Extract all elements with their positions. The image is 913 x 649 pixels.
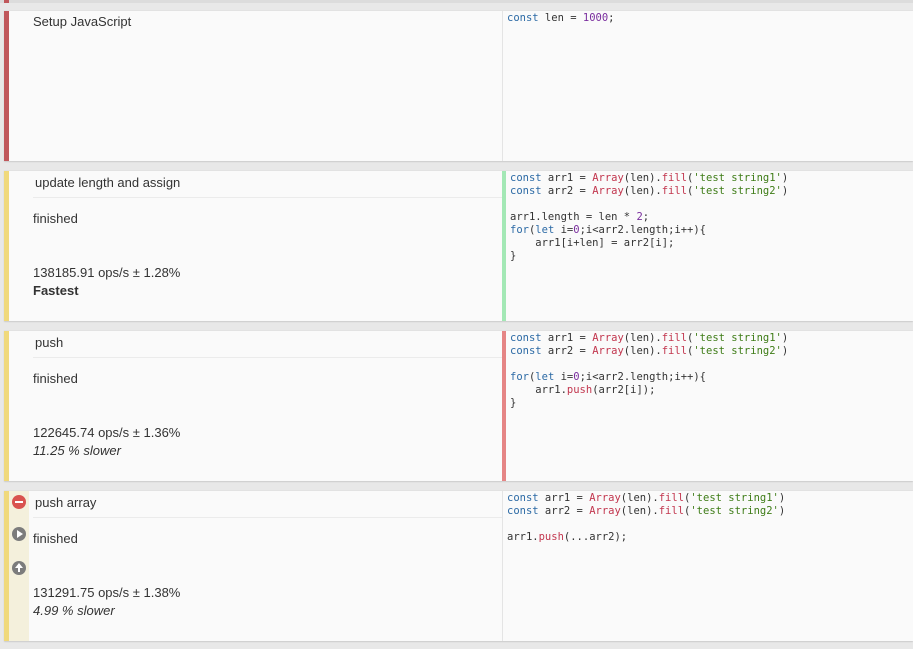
test-title: push <box>35 335 64 350</box>
test-code[interactable]: const arr1 = Array(len).fill('test strin… <box>510 172 788 263</box>
test-status: finished <box>33 531 78 546</box>
test-status: finished <box>33 211 78 226</box>
test-code-editor[interactable]: const arr1 = Array(len).fill('test strin… <box>502 171 913 321</box>
setup-title: Setup JavaScript <box>33 14 132 29</box>
test-code-editor[interactable]: const arr1 = Array(len).fill('test strin… <box>502 331 913 481</box>
test-verdict: 4.99 % slower <box>33 603 115 618</box>
test-ops: 131291.75 ops/s ± 1.38% <box>33 585 181 600</box>
test-block-update-length: update length and assign finished 138185… <box>4 170 913 321</box>
test-block-push: push finished 122645.74 ops/s ± 1.36% 11… <box>4 330 913 481</box>
test-title: push array <box>35 495 97 510</box>
top-divider <box>0 0 913 3</box>
test-status: finished <box>33 371 78 386</box>
test-title-field[interactable]: update length and assign <box>33 176 502 198</box>
setup-block: Setup JavaScript const len = 1000; <box>4 10 913 161</box>
test-title-field[interactable]: push <box>33 336 502 358</box>
test-code[interactable]: const arr1 = Array(len).fill('test strin… <box>510 332 788 410</box>
test-code-editor[interactable]: const arr1 = Array(len).fill('test strin… <box>502 491 913 641</box>
test-code[interactable]: const arr1 = Array(len).fill('test strin… <box>507 492 785 544</box>
test-title: update length and assign <box>35 175 181 190</box>
test-ops: 122645.74 ops/s ± 1.36% <box>33 425 181 440</box>
test-block-push-array: push array finished 131291.75 ops/s ± 1.… <box>4 490 913 641</box>
test-ops: 138185.91 ops/s ± 1.28% <box>33 265 181 280</box>
setup-code-editor[interactable]: const len = 1000; <box>502 11 913 161</box>
test-verdict: 11.25 % slower <box>33 443 121 458</box>
setup-code[interactable]: const len = 1000; <box>507 12 615 25</box>
test-title-field[interactable]: push array <box>33 496 502 518</box>
test-verdict: Fastest <box>33 283 79 298</box>
